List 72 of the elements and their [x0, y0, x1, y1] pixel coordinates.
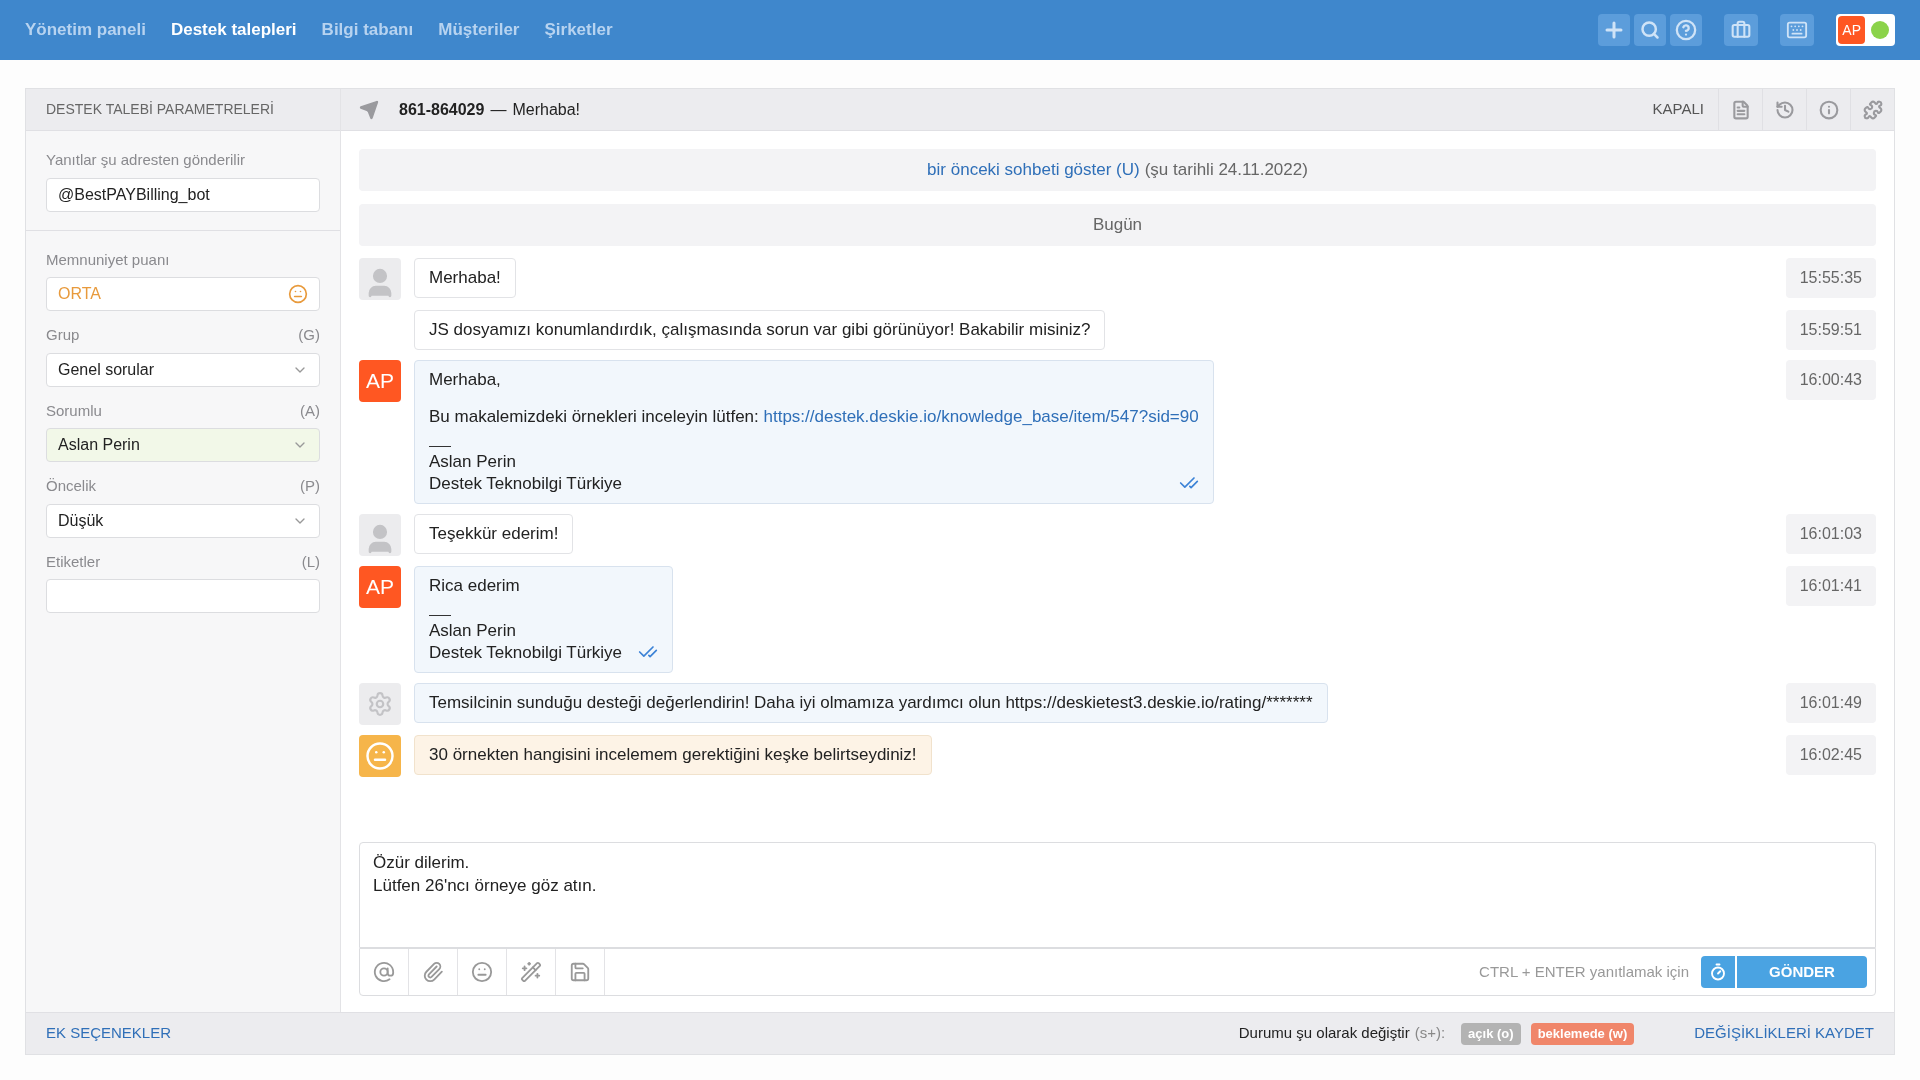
briefcase-icon	[1731, 20, 1752, 40]
signature-line: Aslan Perin	[429, 620, 517, 642]
tags-field[interactable]	[46, 579, 320, 613]
search-button[interactable]	[1634, 14, 1667, 46]
shortcut-hint: CTRL + ENTER yanıtlamak için	[1479, 961, 1689, 982]
message-time: 16:02:45	[1785, 735, 1876, 775]
stopwatch-icon	[1709, 963, 1727, 981]
briefcase-button[interactable]	[1724, 14, 1759, 46]
ticket-status: KAPALI	[1652, 99, 1704, 120]
field-label: Etiketler	[46, 551, 101, 572]
reply-field[interactable]: Özür dilerim. Lütfen 26'ncı örneye göz atın.	[359, 842, 1876, 948]
agent-avatar: AP	[359, 566, 401, 608]
agent-avatar: AP	[359, 360, 401, 402]
signature-line: Aslan Perin	[429, 451, 517, 473]
message-time: 15:55:35	[1785, 258, 1876, 298]
keyboard-icon	[1786, 19, 1809, 41]
search-icon	[1640, 20, 1661, 40]
message-text: Rica ederim	[429, 576, 520, 595]
field-label: Yanıtlar şu adresten gönderilir	[46, 150, 246, 170]
field-label: Öncelik	[46, 476, 97, 496]
dropdown[interactable]: Aslan Perin	[46, 428, 320, 462]
dropdown[interactable]: Genel sorular	[46, 352, 320, 387]
paper-plane-icon	[359, 99, 379, 120]
nav-tab[interactable]: Bilgi tabanı	[321, 17, 414, 43]
send-button[interactable]: GÖNDER	[1737, 956, 1867, 988]
message-text: JS dosyamızı konumlandırdık, çalışmasında sorun var gibi görünüyor! Bakabilir misiniz?	[429, 320, 1091, 339]
dash: —	[490, 99, 507, 120]
field-label: Sorumlu	[46, 400, 102, 421]
status-tag[interactable]: beklemede (w)	[1530, 1022, 1635, 1045]
message-text: Merhaba,	[429, 370, 501, 389]
previous-chat-date: (şu tarihli 24.11.2022)	[1144, 159, 1308, 182]
message-time: 16:01:49	[1785, 683, 1876, 723]
shortcut-hint: (s+):	[1414, 1023, 1446, 1044]
message-text: 30 örnekten hangisini incelemem gerektiğini keşke belirtseydiniz!	[429, 745, 917, 764]
save-changes-link[interactable]: DEĞİŞİKLİKLERİ KAYDET	[1694, 1022, 1874, 1045]
nav-tab[interactable]: Destek talepleri	[170, 17, 297, 43]
status-change-label: Durumu şu olarak değiştir	[1238, 1023, 1410, 1044]
message-time: 15:59:51	[1785, 310, 1876, 350]
more-options-link[interactable]: EK SEÇENEKLER	[46, 1022, 172, 1045]
satisfaction-field: ORTA	[46, 277, 320, 311]
message-text: Temsilcinin sunduğu desteği değerlendirin! Daha iyi olmamıza yardımcı olun https://deskietest3.deskie.io/rating/*******	[429, 693, 1313, 712]
hotkey-hint: (P)	[300, 476, 320, 496]
ticket-number: 861-864029	[399, 99, 485, 120]
neutral-face-icon	[288, 284, 308, 304]
sender-field[interactable]: @BestPAYBilling_bot	[46, 177, 320, 212]
add-button[interactable]	[1598, 14, 1631, 46]
help-icon	[1675, 19, 1698, 41]
signature-line: Destek Teknobilgi Türkiye	[429, 473, 623, 495]
dropdown[interactable]: Düşük	[46, 503, 320, 538]
nav-tab[interactable]: Yönetim paneli	[25, 17, 146, 43]
user-menu-button[interactable]: AP	[1836, 14, 1895, 46]
panel-title: DESTEK TALEBİ PARAMETRELERİ	[46, 100, 274, 119]
hotkey-hint: (A)	[300, 400, 320, 421]
message-text: Bu makalemizdeki örnekleri inceleyin lütfen:	[429, 407, 759, 426]
signature-line: Destek Teknobilgi Türkiye	[429, 642, 623, 664]
hotkey-hint: (G)	[298, 325, 320, 345]
nav-tab[interactable]: Şirketler	[544, 17, 613, 43]
nav-tab[interactable]: Müşteriler	[438, 17, 520, 43]
keyboard-button[interactable]	[1780, 14, 1815, 46]
message-time: 16:00:43	[1785, 360, 1876, 400]
message-time: 16:01:03	[1785, 514, 1876, 554]
timer-button[interactable]	[1701, 956, 1735, 988]
message-time: 16:01:41	[1785, 566, 1876, 606]
field-label: Memnuniyet puanı	[46, 249, 171, 270]
article-link[interactable]: https://destek.deskie.io/knowledge_base/item/547?sid=90	[763, 407, 1199, 426]
previous-chat-link[interactable]: bir önceki sohbeti göster (U)	[927, 157, 1140, 183]
help-button[interactable]	[1670, 14, 1703, 46]
field-label: Grup	[46, 325, 80, 345]
ticket-subject: Merhaba!	[512, 99, 580, 120]
hotkey-hint: (L)	[301, 551, 320, 572]
message-text: Teşekkür ederim!	[429, 524, 559, 543]
message-text: Merhaba!	[429, 268, 501, 287]
